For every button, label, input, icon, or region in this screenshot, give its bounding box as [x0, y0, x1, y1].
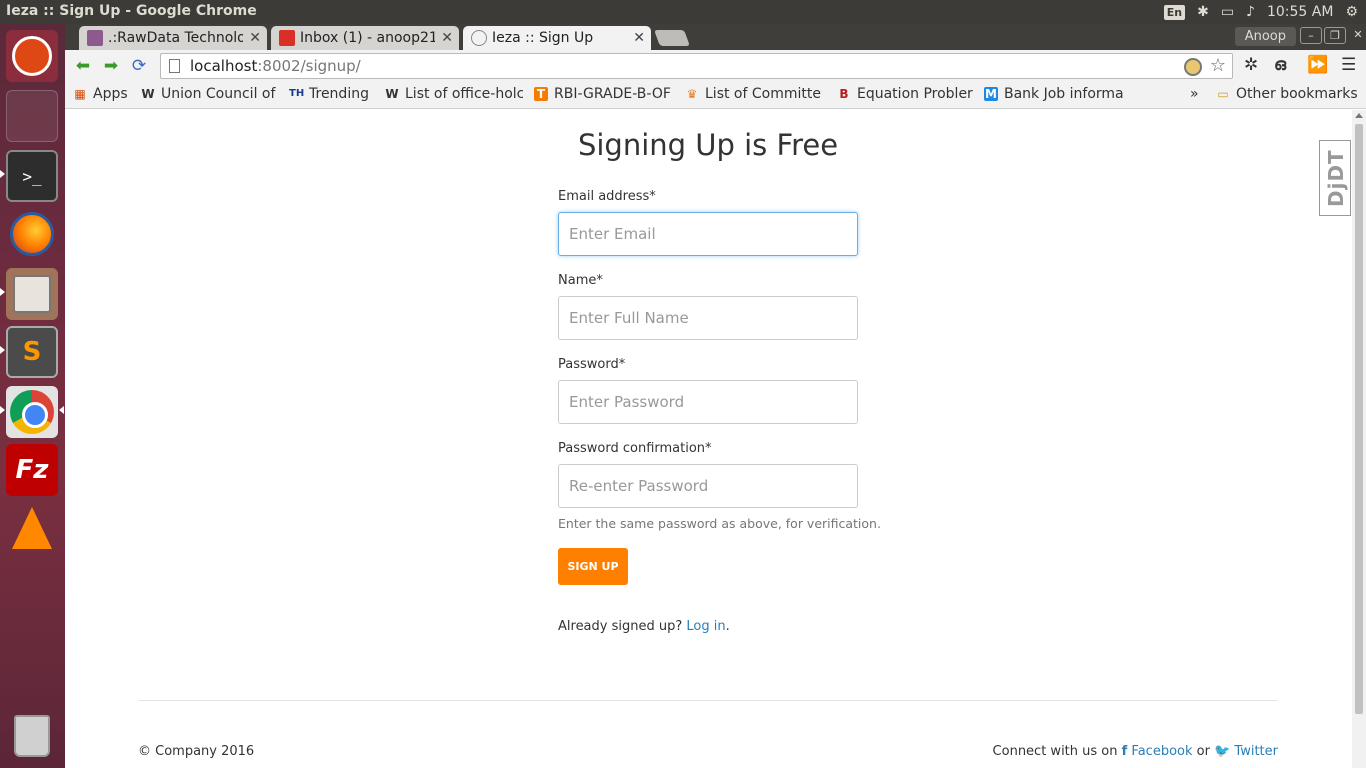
tab-strip: .:RawData Technolo ✕ Inbox (1) - anoop21…	[65, 24, 1366, 50]
scroll-up-icon[interactable]	[1355, 113, 1363, 118]
bluetooth-icon[interactable]: ✱	[1197, 4, 1209, 20]
twitter-link[interactable]: Twitter	[1234, 744, 1278, 759]
close-window-button[interactable]: ✕	[1347, 27, 1366, 44]
bookmark-union-council[interactable]: W Union Council of	[141, 86, 277, 102]
workspace-switcher-icon[interactable]	[6, 90, 58, 142]
tab-signup[interactable]: Ieza :: Sign Up ✕	[463, 26, 651, 50]
bookmark-trending[interactable]: TH Trending	[289, 86, 369, 102]
trash-icon[interactable]	[6, 710, 58, 762]
system-tray: En ✱ ▭ ♪ 10:55 AM ⚙	[1163, 0, 1366, 24]
bookmark-office-holders[interactable]: W List of office-holc	[385, 86, 523, 102]
bookmark-equation[interactable]: B Equation Probler	[837, 86, 973, 102]
media-extension-icon[interactable]: ⏩	[1307, 55, 1328, 75]
minimize-button[interactable]: –	[1300, 27, 1322, 44]
sublime-text-icon[interactable]: S	[6, 326, 58, 378]
extension-badge-icon[interactable]	[1184, 58, 1202, 76]
bookmark-rbi-grade[interactable]: T RBI-GRADE-B-OFI	[534, 86, 672, 102]
vlc-icon[interactable]	[6, 502, 58, 554]
already-signed-up: Already signed up? Log in.	[558, 619, 730, 634]
password-label: Password*	[558, 357, 626, 372]
reload-button[interactable]: ⟳	[129, 56, 149, 76]
window-title: Ieza :: Sign Up - Google Chrome	[6, 3, 257, 19]
volume-icon[interactable]: ♪	[1246, 4, 1255, 20]
bug-extension-icon[interactable]: ✲	[1244, 55, 1258, 75]
page-title: Signing Up is Free	[577, 128, 839, 162]
other-bookmarks[interactable]: ▭ Other bookmarks	[1216, 86, 1357, 102]
folder-icon: ▭	[1217, 87, 1229, 101]
django-debug-toolbar-handle[interactable]: DjDT	[1319, 140, 1351, 216]
sign-up-button[interactable]: SIGN UP	[558, 548, 628, 585]
m-icon: M	[984, 87, 998, 101]
password-confirm-label: Password confirmation*	[558, 441, 712, 456]
social-links: Connect with us on f Facebook or 🐦 Twitt…	[992, 744, 1278, 759]
back-button[interactable]: ⬅	[73, 56, 93, 76]
toolbar: ⬅ ➡ ⟳ localhost:8002/signup/ ☆ ✲ ഒ ⏩ ☰	[65, 50, 1366, 82]
bookmark-apps[interactable]: ▦ Apps	[73, 86, 127, 102]
tab-inbox[interactable]: Inbox (1) - anoop21l ✕	[271, 26, 459, 50]
files-icon[interactable]	[6, 268, 58, 320]
star-icon[interactable]: ☆	[1210, 55, 1226, 76]
firefox-icon[interactable]	[6, 208, 58, 260]
chrome-icon[interactable]	[6, 386, 58, 438]
address-bar[interactable]: localhost:8002/signup/ ☆	[160, 53, 1233, 79]
scrollbar-thumb[interactable]	[1355, 124, 1363, 714]
restore-button[interactable]: ❐	[1324, 27, 1346, 44]
t-icon: T	[534, 87, 548, 101]
th-icon: TH	[289, 88, 305, 99]
name-field[interactable]	[558, 296, 858, 340]
profile-button[interactable]: Anoop	[1234, 27, 1296, 46]
script-extension-icon[interactable]: ഒ	[1274, 55, 1286, 75]
bookmark-committees[interactable]: ♛ List of Committe	[685, 86, 823, 102]
filezilla-icon[interactable]: Fz	[6, 444, 58, 496]
b-icon: B	[839, 87, 849, 101]
name-label: Name*	[558, 273, 603, 288]
password-field[interactable]	[558, 380, 858, 424]
close-icon[interactable]: ✕	[441, 30, 453, 46]
password-help-text: Enter the same password as above, for ve…	[558, 516, 881, 531]
chrome-window: .:RawData Technolo ✕ Inbox (1) - anoop21…	[65, 24, 1366, 768]
clock[interactable]: 10:55 AM	[1267, 4, 1333, 20]
url-host: localhost	[190, 57, 258, 75]
facebook-icon: f	[1121, 744, 1128, 759]
gear-icon[interactable]: ⚙	[1345, 4, 1358, 20]
page-icon	[169, 59, 180, 73]
email-label: Email address*	[558, 189, 656, 204]
facebook-link[interactable]: Facebook	[1131, 744, 1192, 759]
apps-grid-icon: ▦	[74, 87, 86, 101]
copyright: © Company 2016	[138, 744, 255, 759]
forward-button[interactable]: ➡	[101, 56, 121, 76]
page-content: DjDT Signing Up is Free Email address* N…	[65, 110, 1352, 768]
wikipedia-icon: W	[385, 87, 399, 101]
twitter-icon: 🐦	[1214, 744, 1231, 759]
close-icon[interactable]: ✕	[633, 30, 645, 46]
new-tab-button[interactable]	[654, 30, 690, 46]
bookmarks-overflow-button[interactable]: »	[1190, 86, 1199, 102]
email-field[interactable]	[558, 212, 858, 256]
tab-rawdata[interactable]: .:RawData Technolo ✕	[79, 26, 267, 50]
rawdata-favicon-icon	[87, 30, 103, 46]
os-top-panel: Ieza :: Sign Up - Google Chrome En ✱ ▭ ♪…	[0, 0, 1366, 24]
terminal-icon[interactable]: >_	[6, 150, 58, 202]
footer-divider	[138, 700, 1278, 701]
globe-icon	[471, 30, 487, 46]
login-link[interactable]: Log in	[686, 619, 725, 634]
keyboard-indicator[interactable]: En	[1163, 4, 1186, 20]
battery-icon[interactable]: ▭	[1221, 4, 1234, 20]
menu-icon[interactable]: ☰	[1341, 55, 1356, 75]
ubuntu-dash-icon[interactable]	[6, 30, 58, 82]
bookmarks-bar: ▦ Apps W Union Council of TH Trending W …	[65, 82, 1366, 109]
bookmark-bank-job[interactable]: M Bank Job informa	[984, 86, 1124, 102]
wikipedia-icon: W	[141, 87, 155, 101]
launcher: >_ S Fz	[0, 24, 65, 768]
url-path: :8002/signup/	[257, 57, 361, 75]
password-confirm-field[interactable]	[558, 464, 858, 508]
gmail-icon	[279, 30, 295, 46]
page-scrollbar[interactable]	[1352, 110, 1366, 768]
close-icon[interactable]: ✕	[249, 30, 261, 46]
award-icon: ♛	[686, 87, 698, 101]
